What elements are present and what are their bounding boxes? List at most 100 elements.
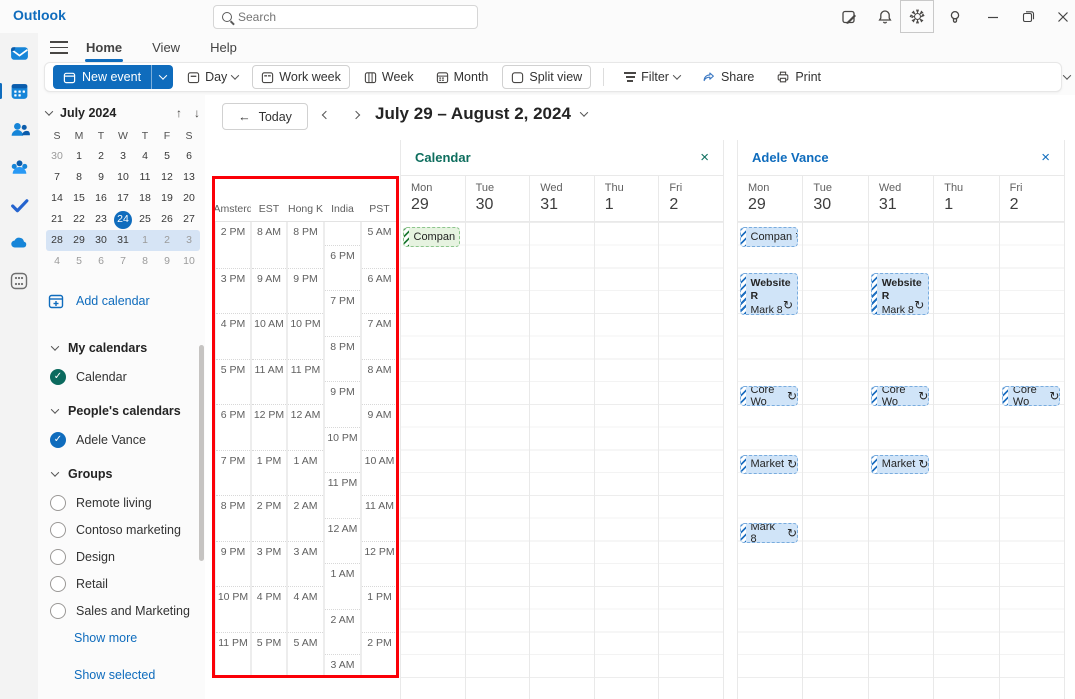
mini-calendar-day[interactable]: 22 [68, 209, 90, 230]
mini-calendar-day[interactable]: 8 [134, 251, 156, 272]
unchecked-circle-icon[interactable] [50, 576, 66, 592]
unchecked-circle-icon[interactable] [50, 603, 66, 619]
tab-view[interactable]: View [150, 36, 182, 59]
calendar-list-item[interactable]: ✓Calendar [38, 363, 198, 390]
mini-calendar-day[interactable]: 6 [178, 146, 200, 167]
people-icon[interactable] [7, 117, 31, 141]
mini-calendar-day[interactable]: 5 [68, 251, 90, 272]
section-header-groups[interactable]: Groups [38, 459, 198, 489]
mini-calendar-day[interactable]: 3 [112, 146, 134, 167]
calendar-event[interactable]: Compan↻ [403, 227, 461, 247]
groups-icon[interactable] [7, 155, 31, 179]
collapse-ribbon-chevron[interactable] [1063, 71, 1071, 79]
mini-calendar-day[interactable]: 25 [134, 209, 156, 230]
mini-calendar-day[interactable]: 29 [68, 230, 90, 251]
calendar-event[interactable]: Core Wo↻ [871, 386, 930, 406]
minimize-icon[interactable] [976, 0, 1010, 33]
mini-calendar-day[interactable]: 1 [134, 230, 156, 251]
mini-calendar-day[interactable]: 14 [46, 188, 68, 209]
calendar-event[interactable]: Market↻ [740, 455, 799, 475]
mini-calendar-day[interactable]: 7 [112, 251, 134, 272]
mini-calendar-day[interactable]: 7 [46, 167, 68, 188]
notes-icon[interactable] [832, 0, 866, 33]
section-header-my-calendars[interactable]: My calendars [38, 333, 198, 363]
day-header-wed[interactable]: Wed31 [868, 176, 933, 221]
share-button[interactable]: Share [694, 65, 762, 89]
panel-close-icon[interactable]: × [1041, 149, 1050, 166]
mini-calendar-day[interactable]: 24 [112, 209, 134, 230]
mini-calendar-day[interactable]: 6 [90, 251, 112, 272]
tips-icon[interactable] [938, 0, 972, 33]
panel-title[interactable]: Adele Vance [752, 150, 829, 165]
checked-circle-icon[interactable]: ✓ [50, 432, 66, 448]
mini-calendar-day[interactable]: 2 [90, 146, 112, 167]
tab-help[interactable]: Help [208, 36, 239, 59]
mini-calendar-collapse-chevron[interactable] [45, 107, 53, 115]
calendar-event[interactable]: Market↻ [871, 455, 930, 475]
add-calendar-button[interactable]: Add calendar [48, 293, 150, 309]
grid-column[interactable] [802, 222, 867, 699]
mini-calendar-day[interactable]: 9 [156, 251, 178, 272]
date-range-title[interactable]: July 29 – August 2, 2024 [375, 104, 587, 124]
mini-calendar-day[interactable]: 18 [134, 188, 156, 209]
mini-calendar-next-icon[interactable]: ↓ [194, 106, 200, 120]
panel-close-icon[interactable]: × [700, 149, 709, 166]
show-more-link[interactable]: Show more [38, 624, 198, 652]
grid-column[interactable] [465, 222, 530, 699]
mini-calendar-day[interactable]: 30 [90, 230, 112, 251]
unchecked-circle-icon[interactable] [50, 522, 66, 538]
mini-calendar-day[interactable]: 3 [178, 230, 200, 251]
day-header-fri[interactable]: Fri2 [999, 176, 1064, 221]
next-week-chevron[interactable] [352, 111, 360, 119]
mini-calendar-day[interactable]: 11 [134, 167, 156, 188]
mini-calendar-day[interactable]: 2 [156, 230, 178, 251]
onedrive-icon[interactable] [7, 231, 31, 255]
panel-time-grid[interactable]: Compan↻ [401, 222, 723, 699]
mini-calendar-day[interactable]: 21 [46, 209, 68, 230]
date-range-chevron[interactable] [580, 108, 588, 116]
grid-column[interactable] [594, 222, 659, 699]
day-header-fri[interactable]: Fri2 [658, 176, 723, 221]
mini-calendar-title[interactable]: July 2024 [60, 106, 116, 120]
filter-button[interactable]: Filter [616, 65, 688, 89]
mini-calendar-day[interactable]: 30 [46, 146, 68, 167]
week-view-button[interactable]: Week [356, 65, 422, 89]
unchecked-circle-icon[interactable] [50, 495, 66, 511]
bell-icon[interactable] [868, 0, 902, 33]
mini-calendar-day[interactable]: 26 [156, 209, 178, 230]
panel-time-grid[interactable]: Compan↻Website RMark 8 ProMark 8↻Website… [738, 222, 1064, 699]
todo-icon[interactable] [7, 193, 31, 217]
mini-calendar-day[interactable]: 4 [134, 146, 156, 167]
new-event-dropdown[interactable] [151, 65, 173, 89]
mini-calendar-day[interactable]: 16 [90, 188, 112, 209]
calendar-list-item[interactable]: Design [38, 543, 198, 570]
day-header-mon[interactable]: Mon29 [401, 176, 465, 221]
day-header-wed[interactable]: Wed31 [529, 176, 594, 221]
close-icon[interactable] [1046, 0, 1075, 33]
day-view-button[interactable]: Day [179, 65, 246, 89]
grid-column[interactable] [933, 222, 998, 699]
calendar-list-item[interactable]: Remote living [38, 489, 198, 516]
mini-calendar-day[interactable]: 20 [178, 188, 200, 209]
calendar-event[interactable]: Core Wo↻ [1002, 386, 1061, 406]
maximize-icon[interactable] [1011, 0, 1045, 33]
split-view-button[interactable]: Split view [502, 65, 591, 89]
day-header-tue[interactable]: Tue30 [465, 176, 530, 221]
mini-calendar-day[interactable]: 28 [46, 230, 68, 251]
mini-calendar-day[interactable]: 1 [68, 146, 90, 167]
sidebar-scrollbar[interactable] [199, 345, 204, 561]
print-button[interactable]: Print [768, 65, 829, 89]
hamburger-menu-icon[interactable] [50, 41, 68, 54]
search-box[interactable] [213, 5, 478, 29]
mini-calendar-day[interactable]: 8 [68, 167, 90, 188]
calendar-event[interactable]: Mark 8↻ [740, 523, 799, 543]
mini-calendar-prev-icon[interactable]: ↑ [176, 106, 182, 120]
checked-circle-icon[interactable]: ✓ [50, 369, 66, 385]
day-header-thu[interactable]: Thu1 [594, 176, 659, 221]
search-input[interactable] [238, 10, 438, 24]
grid-column[interactable] [658, 222, 723, 699]
unchecked-circle-icon[interactable] [50, 549, 66, 565]
mini-calendar-day[interactable]: 10 [112, 167, 134, 188]
calendar-list-item[interactable]: Sales and Marketing [38, 597, 198, 624]
more-apps-icon[interactable] [7, 269, 31, 293]
